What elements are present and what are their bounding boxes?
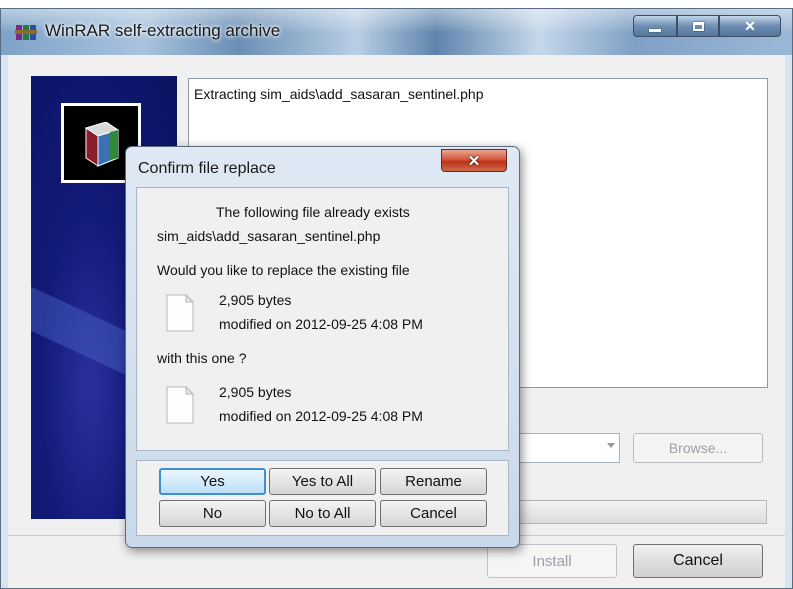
maximize-button[interactable] (677, 15, 719, 37)
file-icon (166, 294, 195, 332)
winrar-icon (15, 25, 37, 40)
cancel-button[interactable]: Cancel (633, 544, 763, 578)
dialog-button-area: Yes Yes to All Rename No No to All Cance… (136, 460, 509, 536)
yes-button[interactable]: Yes (159, 468, 266, 495)
browse-button[interactable]: Browse... (633, 433, 763, 463)
yes-to-all-button[interactable]: Yes to All (269, 468, 376, 495)
dialog-close-button[interactable]: ✕ (441, 149, 507, 172)
minimize-button[interactable] (633, 15, 677, 37)
chevron-down-icon[interactable] (607, 443, 615, 448)
window-title: WinRAR self-extracting archive (45, 21, 281, 40)
close-icon: ✕ (467, 152, 481, 170)
existing-file-size: 2,905 bytes (219, 292, 292, 308)
close-button[interactable]: ✕ (719, 15, 781, 37)
file-icon (166, 386, 195, 424)
confirm-file-replace-dialog: Confirm file replace ✕ The following fil… (125, 146, 520, 548)
close-icon: ✕ (744, 17, 756, 34)
dialog-body: The following file already exists sim_ai… (136, 187, 509, 451)
existing-filename: sim_aids\add_sasaran_sentinel.php (157, 228, 381, 244)
maximize-icon (692, 21, 704, 31)
minimize-icon (649, 28, 661, 32)
winrar-logo-icon (84, 122, 120, 167)
replace-question: Would you like to replace the existing f… (157, 262, 410, 278)
existing-file-modified: modified on 2012-09-25 4:08 PM (219, 316, 423, 332)
with-this-text: with this one ? (157, 350, 247, 366)
new-file-size: 2,905 bytes (219, 384, 292, 400)
exists-text: The following file already exists (216, 204, 410, 220)
log-line: Extracting sim_aids\add_sasaran_sentinel… (194, 86, 484, 102)
rename-button[interactable]: Rename (380, 468, 487, 495)
install-button[interactable]: Install (487, 544, 617, 578)
new-file-modified: modified on 2012-09-25 4:08 PM (219, 408, 423, 424)
dialog-cancel-button[interactable]: Cancel (380, 500, 487, 527)
destination-combo[interactable] (513, 433, 620, 463)
dialog-title: Confirm file replace (138, 160, 276, 177)
title-bar[interactable]: WinRAR self-extracting archive ✕ (1, 9, 792, 55)
no-to-all-button[interactable]: No to All (269, 500, 376, 527)
extraction-progress-bar (513, 500, 767, 524)
no-button[interactable]: No (159, 500, 266, 527)
